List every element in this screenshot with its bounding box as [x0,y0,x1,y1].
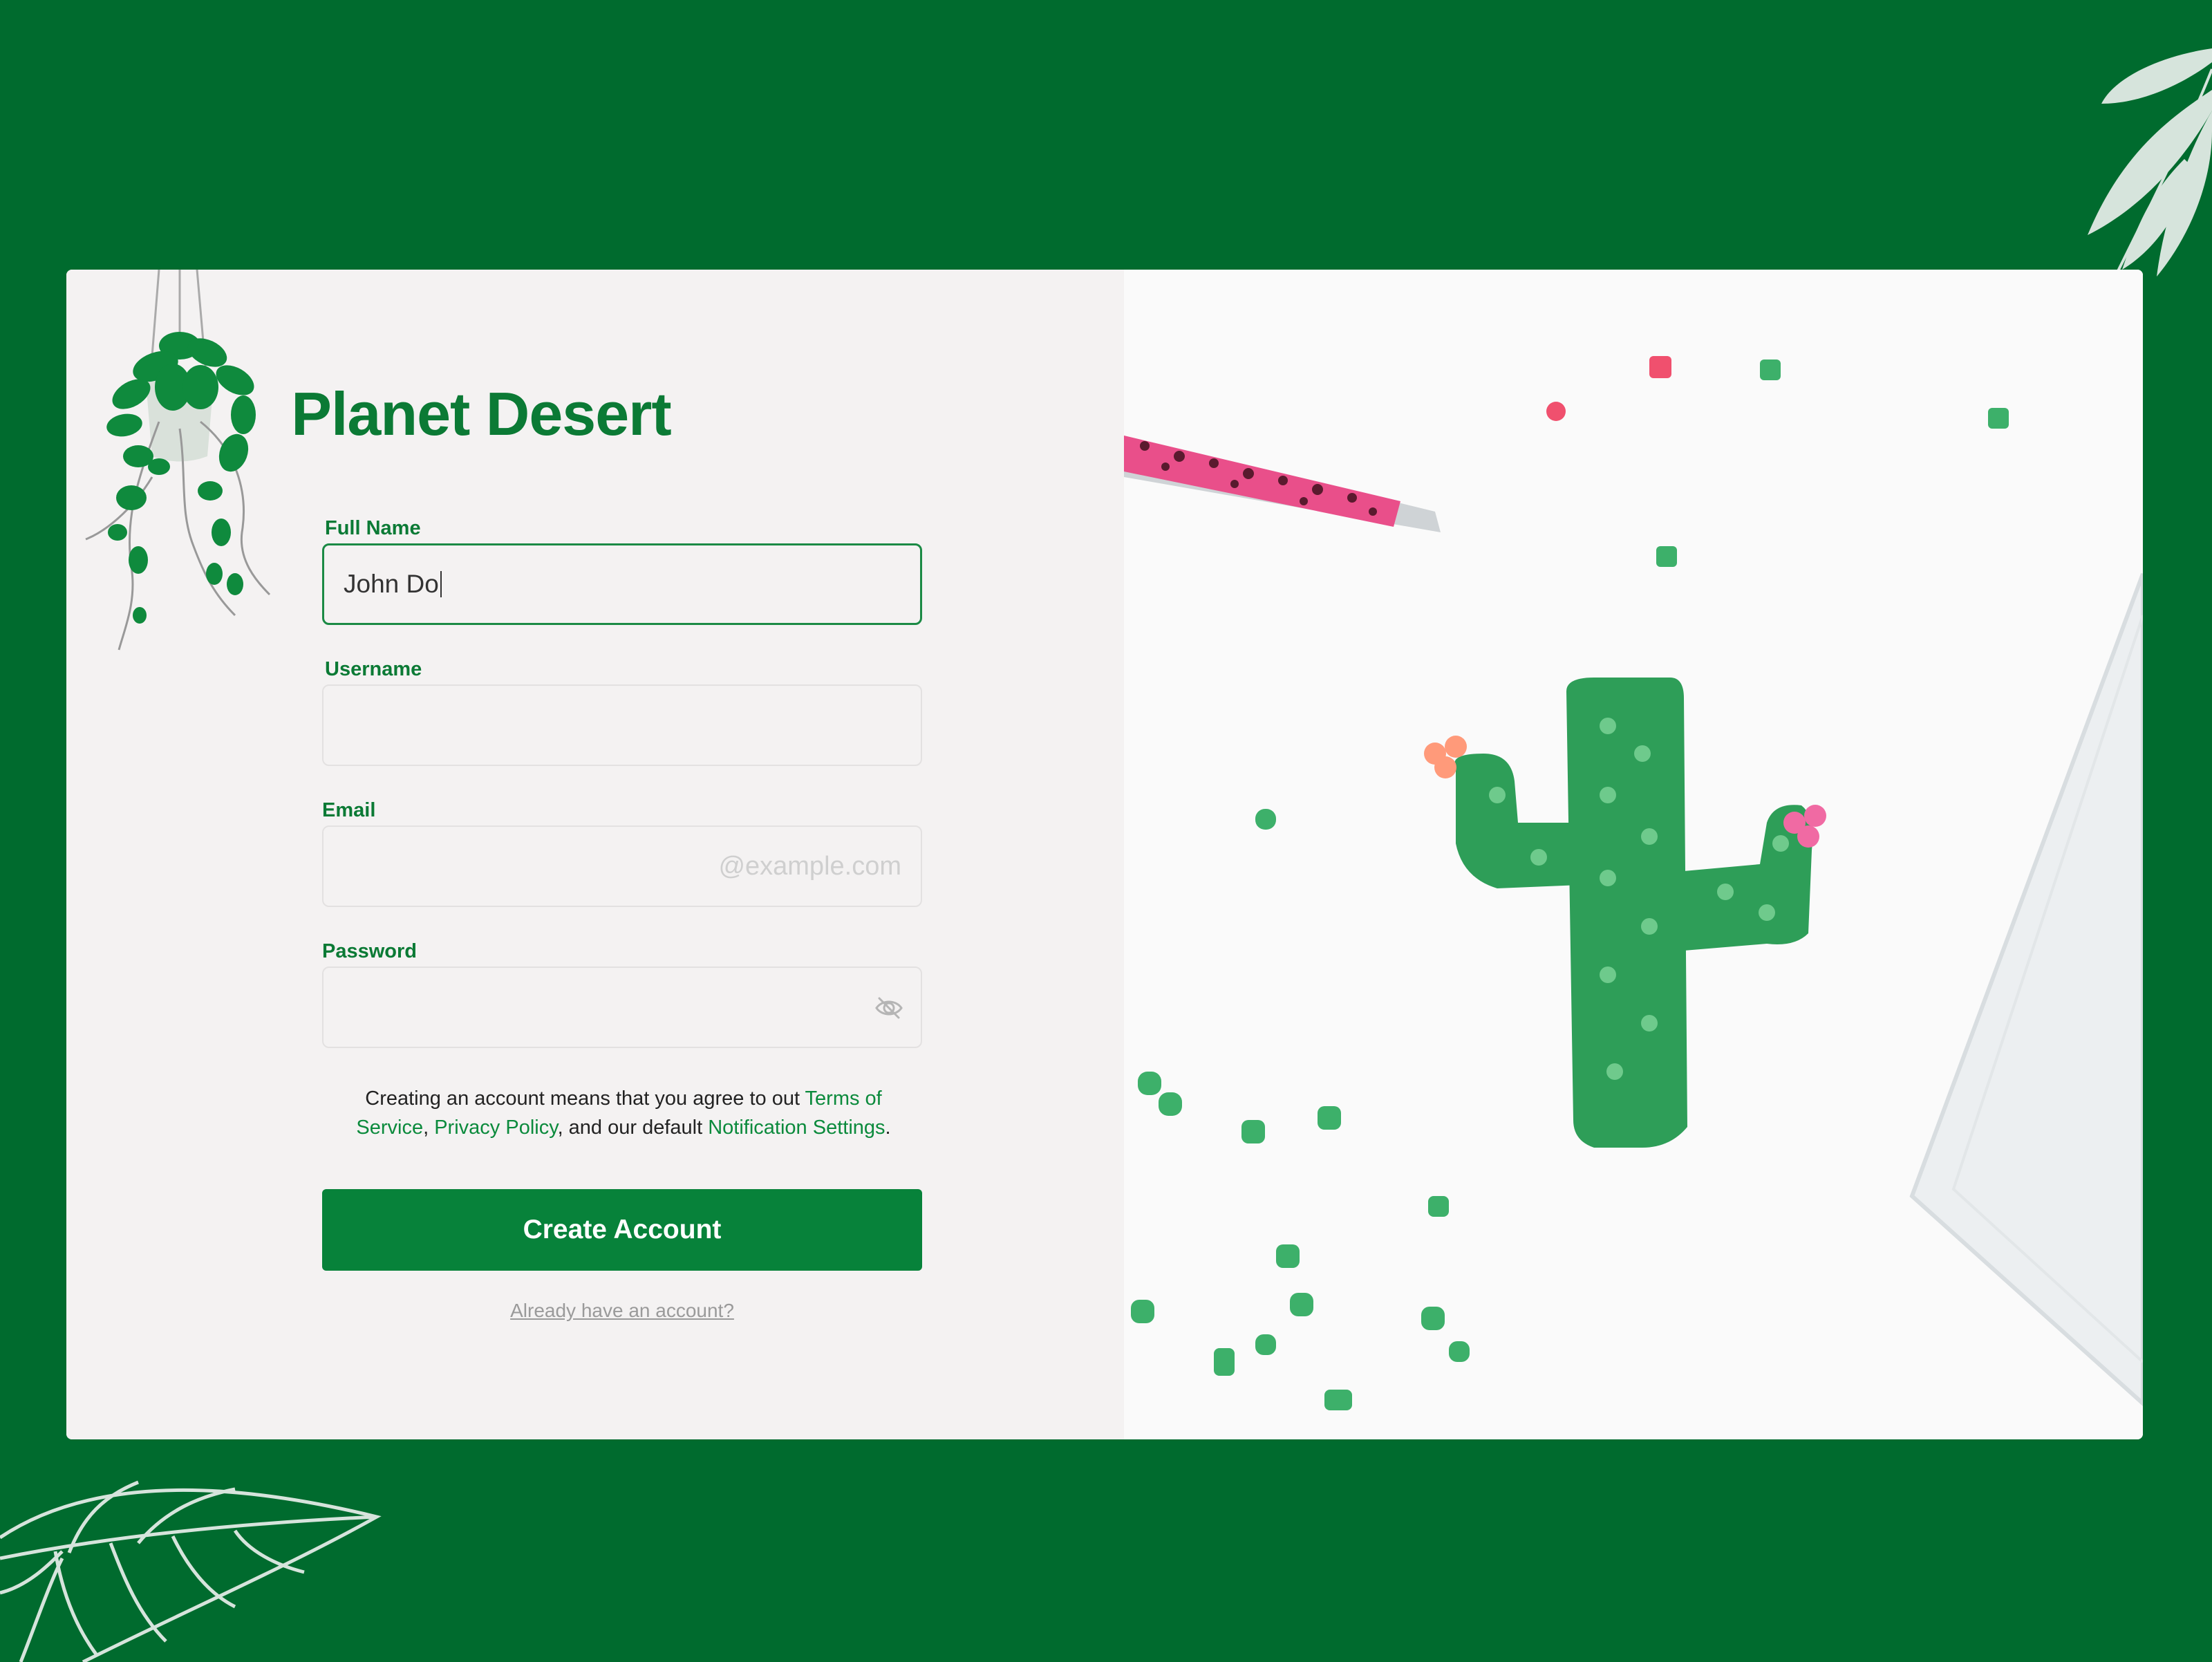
username-label: Username [325,658,422,680]
terms-suffix: . [885,1117,891,1139]
signup-form-panel: Planet Desert Full Name John Do Username… [66,270,1124,1439]
cactus-bead-photo [1124,270,2143,1439]
already-have-account-link[interactable]: Already have an account? [322,1300,922,1322]
username-input[interactable] [322,684,922,766]
full-name-label: Full Name [325,517,421,539]
full-name-input[interactable]: John Do [322,543,922,625]
signup-card: Planet Desert Full Name John Do Username… [66,270,2143,1439]
terms-notice: Creating an account means that you agree… [326,1084,921,1142]
text-cursor [440,571,442,597]
email-input[interactable]: @example.com [322,825,922,907]
email-placeholder: @example.com [718,851,901,881]
privacy-policy-link[interactable]: Privacy Policy [434,1117,557,1139]
notification-settings-link[interactable]: Notification Settings [708,1117,885,1139]
page-title: Planet Desert [291,380,671,448]
full-name-value: John Do [344,570,439,598]
eye-off-icon[interactable] [874,994,904,1022]
create-account-button[interactable]: Create Account [322,1189,922,1271]
hanging-plant-illustration [85,270,271,651]
terms-prefix: Creating an account means that you agree… [365,1087,805,1110]
terms-middle: , and our default [557,1117,709,1139]
password-label: Password [322,940,417,962]
email-label: Email [322,799,376,821]
leaf-outline-decoration [0,1480,382,1662]
password-input[interactable] [322,967,922,1048]
terms-separator: , [423,1117,435,1139]
